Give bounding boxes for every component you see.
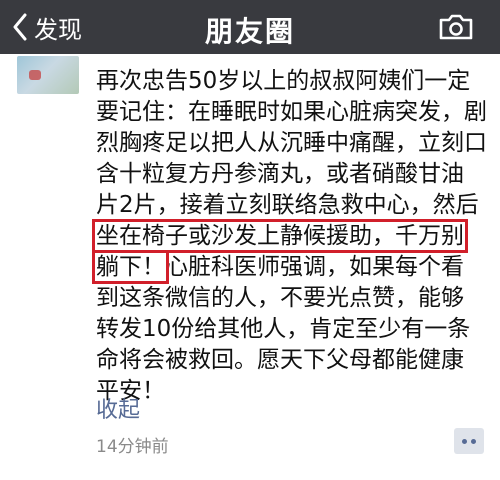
- post-line: 躺下！心脏科医师强调，如果每个看: [92, 250, 488, 284]
- camera-icon[interactable]: [438, 13, 474, 45]
- post-line: 烈胸疼足以把人从沉睡中痛醒，立刻口: [96, 130, 487, 156]
- post-timestamp: 14分钟前: [96, 437, 169, 457]
- dot-icon: [462, 438, 467, 444]
- post-line: 坐在椅子或沙发上静候援助，千万别: [92, 219, 488, 253]
- post-line: 再次忠告50岁以上的叔叔阿姨们一定: [96, 68, 471, 94]
- top-nav-bar: 发现 朋友圈: [0, 0, 500, 54]
- post-line: 片2片，接着立刻联络急救中心，然后: [96, 192, 479, 218]
- post-line: 含十粒复方丹参滴丸，或者硝酸甘油: [96, 161, 464, 187]
- page-title: 朋友圈: [204, 15, 295, 48]
- post-line-rest: 心脏科医师强调，如果每个看: [165, 254, 464, 280]
- post-line: 要记住：在睡眠时如果心脏病突发，剧: [96, 99, 487, 125]
- post-line: 到这条微信的人，不要光点赞，能够: [96, 285, 464, 311]
- post-line: 转发10份给其他人，肯定至少有一条: [96, 316, 471, 342]
- post-text: 再次忠告50岁以上的叔叔阿姨们一定 要记住：在睡眠时如果心脏病突发，剧 烈胸疼足…: [92, 66, 488, 407]
- post-line: 命将会被救回。愿天下父母都能健康: [96, 347, 464, 373]
- highlighted-text: 坐在椅子或沙发上静候援助，千万别: [92, 219, 468, 253]
- comment-menu-button[interactable]: [454, 428, 484, 454]
- collapse-link[interactable]: 收起: [96, 392, 140, 424]
- dot-icon: [471, 438, 476, 444]
- avatar[interactable]: [17, 56, 79, 94]
- highlighted-text: 躺下！: [92, 250, 169, 284]
- post-line: 平安！: [96, 378, 165, 404]
